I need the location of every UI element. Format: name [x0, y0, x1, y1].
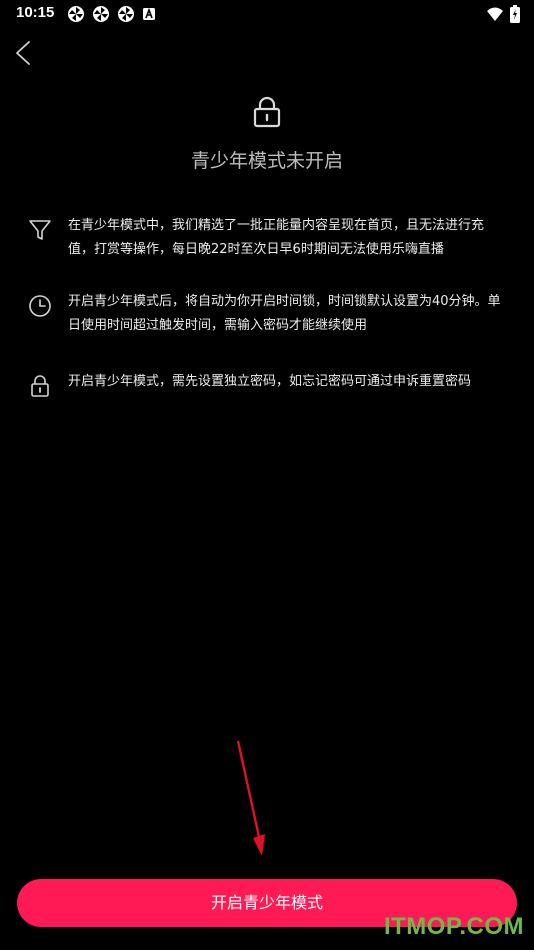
- info-item-text: 在青少年模式中，我们精选了一批正能量内容呈现在首页，且无法进行充值，打赏等操作，…: [68, 218, 485, 257]
- wifi-icon: [487, 7, 503, 21]
- pinwheel-app-icon: [118, 6, 134, 22]
- page-title: 青少年模式未开启: [190, 150, 343, 172]
- clock-icon: [26, 292, 54, 320]
- info-item-text: 开启青少年模式，需先设置独立密码，如忘记密码可通过申诉重置密码: [68, 374, 472, 389]
- pinwheel-app-icon: [93, 6, 109, 22]
- header-lock-icon: [252, 96, 282, 128]
- pinwheel-app-icon: [68, 6, 84, 22]
- watermark: ITMOP.COM: [383, 913, 524, 940]
- system-icons: [486, 5, 520, 23]
- status-bar: 10:15: [0, 0, 534, 28]
- filter-icon: [26, 216, 54, 244]
- status-time: 10:15: [16, 4, 55, 21]
- lock-icon: [26, 372, 54, 400]
- annotation-arrow-icon: [236, 740, 265, 856]
- chevron-left-icon: [16, 41, 30, 65]
- battery-charging-icon: [510, 5, 520, 23]
- back-button[interactable]: [10, 38, 40, 68]
- info-item-text: 开启青少年模式后，将自动为你开启时间锁，时间锁默认设置为40分钟。单日使用时间超…: [68, 294, 501, 333]
- a-badge-icon: [143, 7, 155, 20]
- notification-icons: [67, 5, 156, 23]
- lock-icon: [253, 96, 281, 128]
